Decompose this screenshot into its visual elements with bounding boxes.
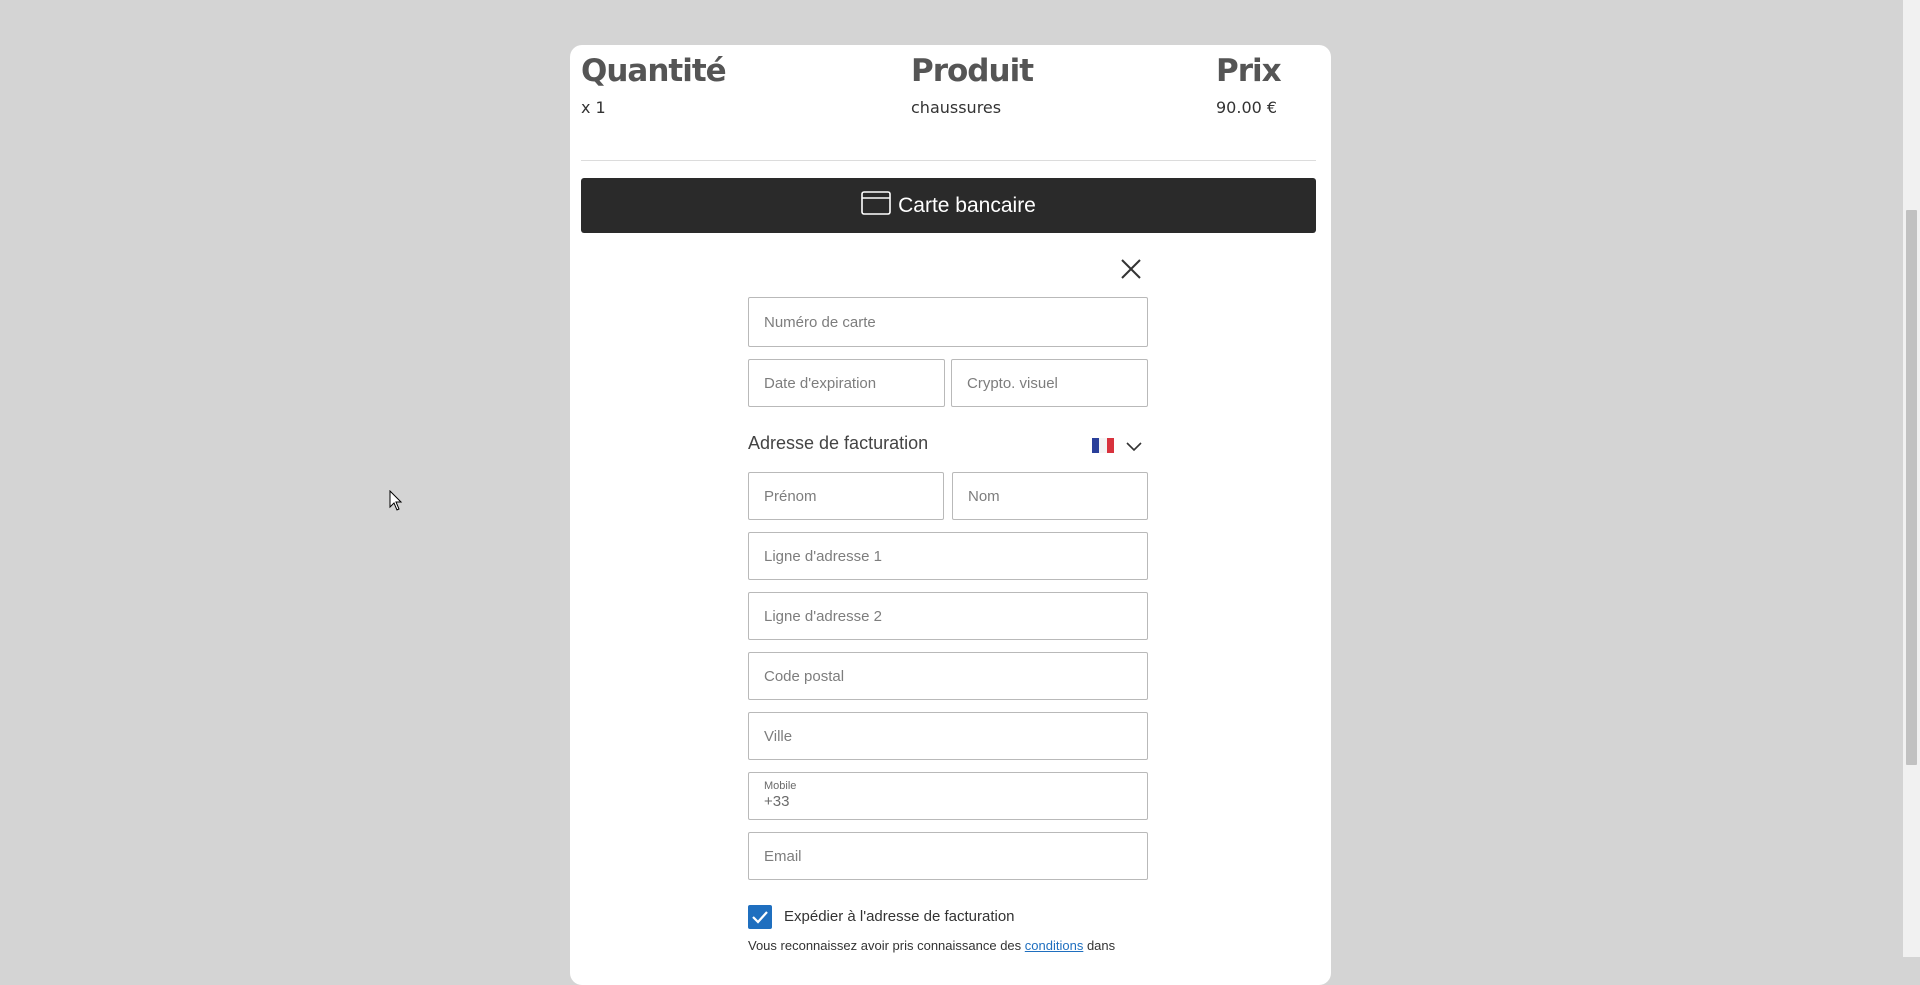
product-header: Produit bbox=[911, 53, 1034, 89]
first-name-input[interactable]: Prénom bbox=[748, 472, 944, 520]
card-number-input[interactable]: Numéro de carte bbox=[748, 297, 1148, 347]
postal-code-placeholder: Code postal bbox=[764, 667, 845, 685]
card-number-placeholder: Numéro de carte bbox=[764, 313, 876, 331]
chevron-down-icon[interactable] bbox=[1126, 439, 1142, 455]
ship-to-billing-label: Expédier à l'adresse de facturation bbox=[784, 908, 1015, 925]
france-flag-icon[interactable] bbox=[1092, 438, 1114, 453]
city-placeholder: Ville bbox=[764, 727, 793, 745]
address-line-1-input[interactable]: Ligne d'adresse 1 bbox=[748, 532, 1148, 580]
terms-text: Vous reconnaissez avoir pris connaissanc… bbox=[748, 938, 1115, 953]
checkmark-icon bbox=[752, 911, 768, 924]
mobile-value: +33 bbox=[764, 793, 790, 810]
mobile-input[interactable]: Mobile +33 bbox=[748, 772, 1148, 820]
payment-method-label: Carte bancaire bbox=[898, 193, 1036, 217]
checkout-card: Quantité Produit Prix x 1 chaussures 90.… bbox=[570, 45, 1331, 985]
cvv-placeholder: Crypto. visuel bbox=[967, 374, 1058, 392]
postal-code-input[interactable]: Code postal bbox=[748, 652, 1148, 700]
terms-text-after: dans bbox=[1086, 938, 1116, 953]
close-icon[interactable] bbox=[1119, 257, 1143, 281]
expiry-placeholder: Date d'expiration bbox=[764, 374, 877, 392]
quantity-value: x 1 bbox=[581, 98, 606, 117]
billing-address-title: Adresse de facturation bbox=[748, 433, 929, 453]
terms-text-before: Vous reconnaissez avoir pris connaissanc… bbox=[748, 938, 1022, 953]
last-name-placeholder: Nom bbox=[968, 487, 1000, 505]
address-line-1-placeholder: Ligne d'adresse 1 bbox=[764, 547, 882, 565]
last-name-input[interactable]: Nom bbox=[952, 472, 1148, 520]
first-name-placeholder: Prénom bbox=[764, 487, 817, 505]
conditions-link[interactable]: conditions bbox=[1025, 938, 1084, 953]
mouse-cursor-icon bbox=[389, 489, 403, 512]
summary-divider bbox=[581, 160, 1316, 161]
scrollbar-thumb[interactable] bbox=[1906, 210, 1917, 765]
email-placeholder: Email bbox=[764, 847, 802, 865]
email-input[interactable]: Email bbox=[748, 832, 1148, 880]
mobile-label: Mobile bbox=[764, 780, 797, 792]
address-line-2-input[interactable]: Ligne d'adresse 2 bbox=[748, 592, 1148, 640]
ship-to-billing-checkbox[interactable] bbox=[748, 905, 772, 929]
address-line-2-placeholder: Ligne d'adresse 2 bbox=[764, 607, 882, 625]
expiry-date-input[interactable]: Date d'expiration bbox=[748, 359, 945, 407]
payment-method-card-button[interactable]: Carte bancaire bbox=[581, 178, 1316, 233]
credit-card-icon bbox=[861, 190, 891, 221]
product-value: chaussures bbox=[911, 98, 1002, 117]
quantity-header: Quantité bbox=[581, 53, 727, 89]
price-header: Prix bbox=[1216, 53, 1282, 89]
price-value: 90.00 € bbox=[1216, 98, 1278, 117]
cvv-input[interactable]: Crypto. visuel bbox=[951, 359, 1148, 407]
city-input[interactable]: Ville bbox=[748, 712, 1148, 760]
